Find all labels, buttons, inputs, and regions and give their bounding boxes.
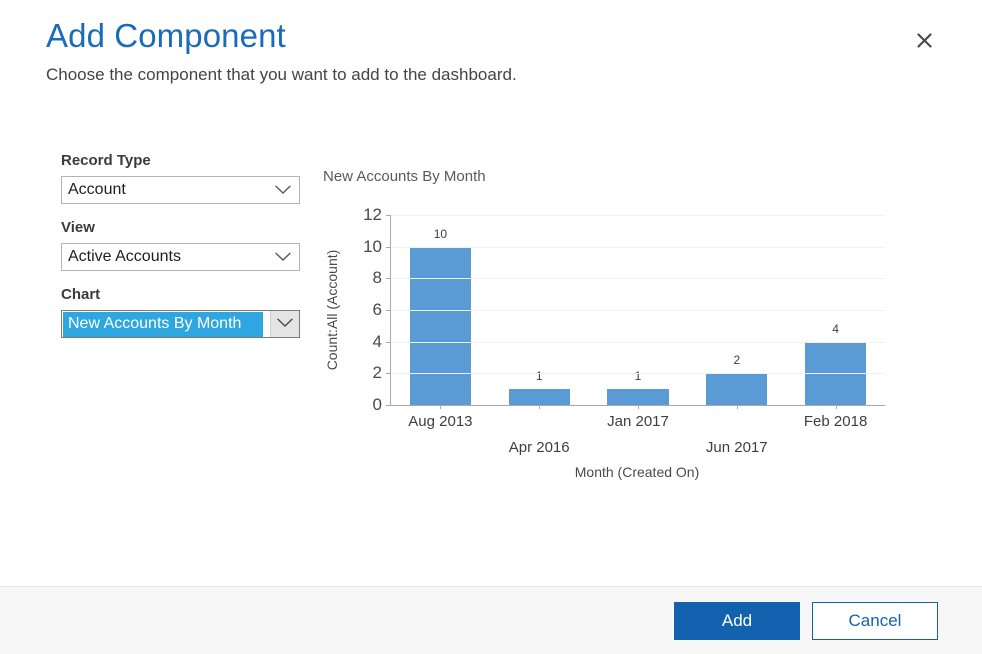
y-tick-mark: [386, 215, 391, 216]
chevron-down-icon: [275, 244, 291, 270]
x-tick-mark: [440, 405, 441, 409]
view-select[interactable]: Active Accounts: [61, 243, 300, 271]
record-type-select[interactable]: Account: [61, 176, 300, 204]
gridline: [391, 247, 885, 248]
x-tick-mark: [539, 405, 540, 409]
x-tick-label: Jun 2017: [706, 439, 768, 456]
chart-preview: New Accounts By Month Count:All (Account…: [310, 150, 982, 586]
y-axis-title: Count:All (Account): [322, 215, 342, 405]
dialog-footer: Add Cancel: [0, 586, 982, 654]
chart-bar[interactable]: [509, 389, 570, 405]
dialog-header: Add Component Choose the component that …: [0, 0, 982, 88]
y-tick-mark: [386, 247, 391, 248]
add-button[interactable]: Add: [674, 602, 800, 640]
dialog-body: Record Type Account View Active Accounts: [0, 88, 982, 586]
dialog-subtitle: Choose the component that you want to ad…: [46, 62, 936, 88]
y-tick-mark: [386, 310, 391, 311]
y-tick-label: 6: [373, 300, 382, 320]
record-type-label: Record Type: [61, 150, 310, 172]
bar-value-label: 1: [536, 369, 543, 383]
bar-value-label: 1: [635, 369, 642, 383]
page-title: Add Component: [46, 14, 936, 58]
chart-select-arrow-button[interactable]: [270, 311, 299, 337]
chevron-down-icon: [275, 177, 291, 203]
component-form: Record Type Account View Active Accounts: [0, 150, 310, 586]
gridline: [391, 278, 885, 279]
chart-bar[interactable]: [706, 373, 767, 405]
y-tick-mark: [386, 405, 391, 406]
bar-value-label: 2: [733, 353, 740, 367]
chart-bar[interactable]: [410, 247, 471, 405]
cancel-button[interactable]: Cancel: [812, 602, 938, 640]
chart-bar[interactable]: [607, 389, 668, 405]
add-component-dialog: Add Component Choose the component that …: [0, 0, 982, 654]
y-tick-mark: [386, 373, 391, 374]
bar-value-label: 10: [434, 227, 447, 241]
y-tick-mark: [386, 278, 391, 279]
x-axis-title: Month (Created On): [390, 464, 884, 480]
record-type-field: Record Type Account: [61, 150, 310, 204]
y-tick-label: 2: [373, 363, 382, 383]
y-tick-mark: [386, 342, 391, 343]
gridline: [391, 342, 885, 343]
view-value: Active Accounts: [62, 244, 181, 270]
x-tick-label: Jan 2017: [607, 413, 669, 430]
gridline: [391, 373, 885, 374]
view-label: View: [61, 217, 310, 239]
chart-field: Chart New Accounts By Month: [61, 284, 310, 338]
x-tick-mark: [638, 405, 639, 409]
x-tick-mark: [737, 405, 738, 409]
gridline: [391, 310, 885, 311]
gridline: [391, 215, 885, 216]
y-tick-label: 4: [373, 332, 382, 352]
record-type-value: Account: [62, 177, 126, 203]
chevron-down-icon: [277, 315, 293, 333]
close-icon: [917, 33, 932, 48]
bar-value-label: 4: [832, 322, 839, 336]
chart-select[interactable]: New Accounts By Month: [61, 310, 300, 338]
y-tick-label: 10: [363, 237, 382, 257]
y-tick-label: 0: [373, 395, 382, 415]
chart-plot-wrapper: Count:All (Account) 101124 024681012Aug …: [310, 208, 910, 498]
y-tick-label: 8: [373, 268, 382, 288]
chart-plot-area: 101124 024681012Aug 2013Apr 2016Jan 2017…: [390, 215, 885, 406]
view-field: View Active Accounts: [61, 217, 310, 271]
x-tick-mark: [836, 405, 837, 409]
chart-title: New Accounts By Month: [323, 168, 486, 185]
x-tick-label: Feb 2018: [804, 413, 867, 430]
x-tick-label: Apr 2016: [509, 439, 570, 456]
chart-label: Chart: [61, 284, 310, 306]
chart-value: New Accounts By Month: [63, 312, 263, 337]
x-tick-label: Aug 2013: [408, 413, 472, 430]
close-button[interactable]: [910, 26, 938, 54]
y-tick-label: 12: [363, 205, 382, 225]
